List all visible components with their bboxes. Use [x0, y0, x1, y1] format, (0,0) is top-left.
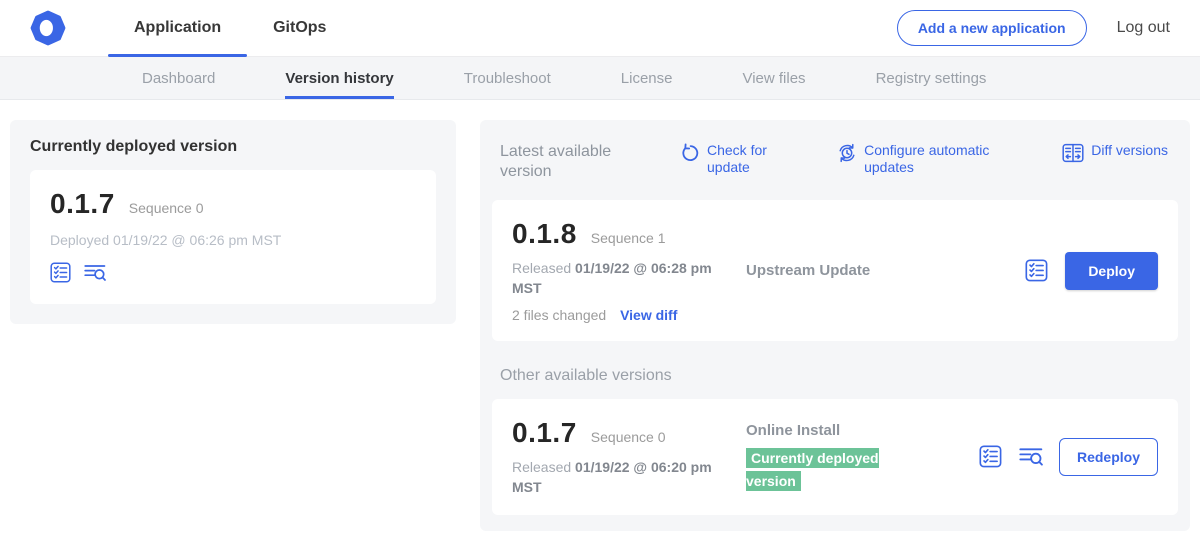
main-content: Currently deployed version 0.1.7 Sequenc… — [0, 100, 1200, 551]
subnav-license[interactable]: License — [621, 57, 673, 99]
latest-version-info: 0.1.8 Sequence 1 Released 01/19/22 @ 06:… — [512, 218, 740, 323]
latest-available-title: Latest available version — [500, 142, 632, 182]
other-version-source: Online Install Currently deployed versio… — [740, 422, 979, 494]
latest-version-actions: Deploy — [1025, 252, 1158, 290]
diff-versions-label: Diff versions — [1091, 142, 1168, 159]
latest-released-timestamp: Released 01/19/22 @ 06:28 pm MST — [512, 259, 724, 298]
subnav-dashboard[interactable]: Dashboard — [142, 57, 215, 99]
latest-version-source: Upstream Update — [740, 262, 1025, 279]
subnav-view-files-label: View files — [742, 70, 805, 87]
subnav-troubleshoot-label: Troubleshoot — [464, 70, 551, 87]
top-header: Application GitOps Add a new application… — [0, 0, 1200, 57]
panel-actions: Check for update Configure automatic upd… — [632, 142, 1168, 176]
deployed-timestamp: Deployed 01/19/22 @ 06:26 pm MST — [50, 232, 416, 248]
deployed-version-row: 0.1.7 Sequence 0 — [50, 188, 416, 220]
available-panel-header: Latest available version Check for updat… — [492, 134, 1178, 200]
tab-application[interactable]: Application — [108, 0, 247, 56]
files-changed-row: 2 files changed View diff — [512, 307, 740, 323]
currently-deployed-title: Currently deployed version — [30, 138, 436, 156]
preflight-checklist-icon[interactable] — [979, 445, 1003, 469]
other-sequence: Sequence 0 — [591, 429, 666, 445]
subnav-view-files[interactable]: View files — [742, 57, 805, 99]
files-changed-text: 2 files changed — [512, 307, 606, 323]
latest-version-card: 0.1.8 Sequence 1 Released 01/19/22 @ 06:… — [492, 200, 1178, 341]
kots-logo-icon — [30, 10, 66, 46]
available-versions-panel: Latest available version Check for updat… — [480, 120, 1190, 531]
latest-version-row: 0.1.8 Sequence 1 — [512, 218, 740, 250]
deployed-version-card: 0.1.7 Sequence 0 Deployed 01/19/22 @ 06:… — [30, 170, 436, 304]
preflight-checklist-icon[interactable] — [1025, 259, 1049, 283]
configure-automatic-updates-label: Configure automatic updates — [864, 142, 1004, 176]
currently-deployed-badge: Currently deployed version — [746, 448, 879, 491]
subnav-license-label: License — [621, 70, 673, 87]
view-diff-link[interactable]: View diff — [620, 307, 677, 323]
file-search-icon[interactable] — [1019, 446, 1043, 468]
currently-deployed-panel: Currently deployed version 0.1.7 Sequenc… — [10, 120, 456, 324]
tab-application-label: Application — [134, 19, 221, 37]
top-tabs: Application GitOps — [108, 0, 352, 56]
diff-versions-action[interactable]: Diff versions — [1062, 142, 1168, 176]
schedule-icon — [837, 143, 857, 163]
subnav-dashboard-label: Dashboard — [142, 70, 215, 87]
header-right: Add a new application Log out — [897, 0, 1170, 56]
deployed-sequence: Sequence 0 — [129, 200, 204, 216]
other-version-actions: Redeploy — [979, 438, 1158, 476]
latest-version-number: 0.1.8 — [512, 218, 577, 250]
deploy-button[interactable]: Deploy — [1065, 252, 1158, 290]
preflight-checklist-icon[interactable] — [50, 262, 72, 284]
released-label: Released — [512, 459, 571, 475]
check-for-update-label: Check for update — [707, 142, 779, 176]
subnav-registry-settings-label: Registry settings — [876, 70, 987, 87]
app-subnav: Dashboard Version history Troubleshoot L… — [0, 57, 1200, 100]
other-released-timestamp: Released 01/19/22 @ 06:20 pm MST — [512, 458, 724, 497]
other-version-card: 0.1.7 Sequence 0 Released 01/19/22 @ 06:… — [492, 399, 1178, 515]
subnav-version-history-label: Version history — [285, 70, 393, 87]
install-type-text: Online Install — [746, 422, 979, 439]
logout-link[interactable]: Log out — [1117, 19, 1170, 37]
file-search-icon[interactable] — [84, 263, 106, 283]
subnav-version-history[interactable]: Version history — [285, 57, 393, 99]
app-logo — [30, 0, 66, 56]
other-version-number: 0.1.7 — [512, 417, 577, 449]
redeploy-button[interactable]: Redeploy — [1059, 438, 1158, 476]
subnav-registry-settings[interactable]: Registry settings — [876, 57, 987, 99]
latest-sequence: Sequence 1 — [591, 230, 666, 246]
diff-icon — [1062, 143, 1084, 163]
deployed-badge-wrap: Currently deployed version — [746, 447, 914, 494]
tab-gitops-label: GitOps — [273, 19, 326, 37]
subnav-troubleshoot[interactable]: Troubleshoot — [464, 57, 551, 99]
other-available-versions-title: Other available versions — [500, 367, 1168, 385]
deployed-icon-row — [50, 262, 416, 284]
add-application-button[interactable]: Add a new application — [897, 10, 1087, 46]
deployed-version-number: 0.1.7 — [50, 188, 115, 220]
tab-gitops[interactable]: GitOps — [247, 0, 352, 56]
other-version-row: 0.1.7 Sequence 0 — [512, 417, 740, 449]
configure-automatic-updates-action[interactable]: Configure automatic updates — [837, 142, 1004, 176]
refresh-icon — [680, 143, 700, 163]
check-for-update-action[interactable]: Check for update — [680, 142, 779, 176]
other-version-info: 0.1.7 Sequence 0 Released 01/19/22 @ 06:… — [512, 417, 740, 497]
released-label: Released — [512, 260, 571, 276]
